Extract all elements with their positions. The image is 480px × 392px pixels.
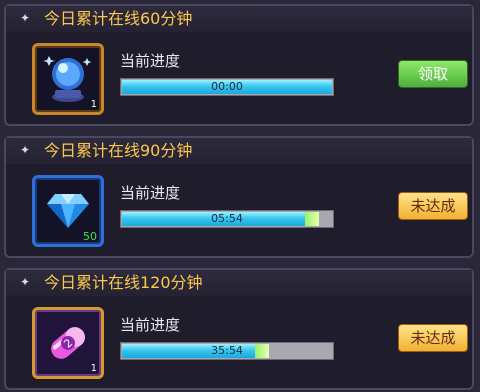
task-card: ✦ 今日累计在线60分钟 1 当前进度 00:00 领取 — [4, 4, 474, 126]
task-header: ✦ 今日累计在线90分钟 — [6, 138, 472, 164]
item-count: 1 — [90, 99, 97, 110]
task-header: ✦ 今日累计在线120分钟 — [6, 270, 472, 296]
progress-label: 当前进度 — [120, 52, 181, 70]
reward-slot[interactable]: 50 — [32, 175, 104, 247]
progress-bar: 05:54 — [120, 210, 334, 228]
task-header: ✦ 今日累计在线60分钟 — [6, 6, 472, 32]
item-count: 50 — [83, 230, 97, 243]
task-title: 今日累计在线90分钟 — [44, 141, 193, 160]
star-icon: ✦ — [20, 275, 31, 289]
progress-label: 当前进度 — [120, 316, 181, 334]
purple-capsule-icon: 2 — [51, 327, 85, 359]
progress-label: 当前进度 — [120, 184, 181, 202]
task-card: ✦ 今日累计在线90分钟 50 当前进度 05:54 未达成 — [4, 136, 474, 258]
item-count: 1 — [90, 363, 97, 374]
task-title: 今日累计在线60分钟 — [44, 9, 193, 28]
claim-button[interactable]: 领取 — [398, 60, 468, 88]
star-icon: ✦ — [20, 143, 31, 157]
progress-time: 35:54 — [211, 344, 243, 357]
not-achieved-button[interactable]: 未达成 — [398, 192, 468, 220]
star-icon: ✦ — [20, 11, 31, 25]
task-card: ✦ 今日累计在线120分钟 2 1 当前进度 35:54 未达成 — [4, 268, 474, 390]
progress-bar: 00:00 — [120, 78, 334, 96]
progress-time: 05:54 — [211, 212, 243, 225]
task-title: 今日累计在线120分钟 — [44, 273, 203, 292]
crystal-ball-icon — [43, 56, 92, 102]
progress-time: 00:00 — [211, 80, 243, 93]
not-achieved-button[interactable]: 未达成 — [398, 324, 468, 352]
progress-bar: 35:54 — [120, 342, 334, 360]
reward-slot[interactable]: 1 — [32, 43, 104, 115]
reward-slot[interactable]: 2 1 — [32, 307, 104, 379]
